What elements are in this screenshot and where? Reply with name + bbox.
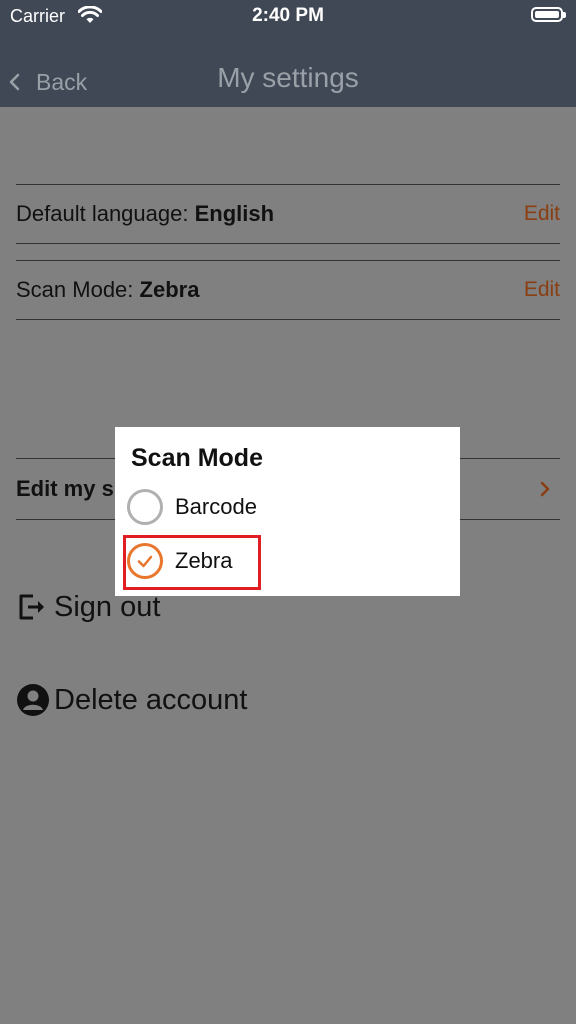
default-language-text: Default language: <box>16 201 189 226</box>
default-language-value: English <box>194 201 275 226</box>
edit-language-button[interactable]: Edit <box>524 202 560 226</box>
sign-out-icon <box>19 594 44 620</box>
option-barcode-label: Barcode <box>175 494 257 519</box>
delete-account-button[interactable]: Delete account <box>16 683 247 717</box>
battery-tip <box>563 12 566 18</box>
radio-unchecked-icon[interactable] <box>127 489 163 525</box>
account-icon <box>17 684 49 716</box>
edit-scan-mode-button[interactable]: Edit <box>524 278 560 302</box>
status-time: 2:40 PM <box>252 5 324 26</box>
chevron-right-icon <box>540 481 550 497</box>
scan-mode-label: Scan Mode: Zebra <box>16 277 199 303</box>
battery-icon <box>531 7 563 22</box>
selection-highlight <box>123 535 261 590</box>
delete-account-label: Delete account <box>54 683 248 716</box>
scan-mode-value: Zebra <box>139 277 200 302</box>
top-bar: Carrier 2:40 PM Back My settings <box>0 0 576 107</box>
default-language-row: Default language: English Edit <box>16 184 560 244</box>
dialog-title: Scan Mode <box>131 444 263 472</box>
default-language-label: Default language: English <box>16 201 274 227</box>
page-title: My settings <box>217 62 359 93</box>
edit-subscription-label: Edit my s <box>16 476 114 501</box>
scan-mode-text: Scan Mode: <box>16 277 134 302</box>
scan-mode-row: Scan Mode: Zebra Edit <box>16 260 560 320</box>
option-barcode[interactable]: Barcode <box>127 489 257 525</box>
